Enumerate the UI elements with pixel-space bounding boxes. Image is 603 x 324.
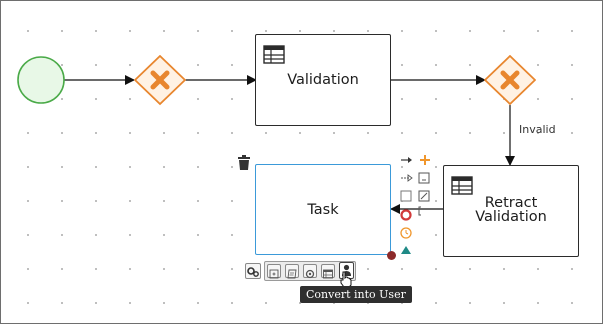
toolbar-script-button[interactable] bbox=[285, 264, 299, 279]
subprocess-icon bbox=[269, 269, 279, 279]
subprocess-icon[interactable] bbox=[418, 172, 430, 184]
annotation-icon[interactable] bbox=[418, 206, 421, 216]
table-icon bbox=[263, 45, 285, 64]
edge-label-invalid: Invalid bbox=[519, 123, 556, 136]
toolbar-gears-button[interactable] bbox=[245, 263, 261, 279]
script-icon bbox=[287, 269, 297, 279]
task-label-line2: Validation bbox=[475, 209, 547, 225]
task-label: Task bbox=[307, 202, 339, 218]
task-label: Validation bbox=[287, 72, 359, 88]
toolbar-service-task-button[interactable] bbox=[303, 264, 317, 279]
service-task-icon bbox=[305, 269, 315, 279]
exclusive-gateway-2[interactable] bbox=[484, 55, 536, 107]
add-plus-icon[interactable] bbox=[420, 155, 430, 165]
shape-palette bbox=[400, 155, 430, 254]
table-icon bbox=[451, 176, 473, 195]
task-validation[interactable]: Validation bbox=[255, 34, 391, 126]
end-event-icon[interactable] bbox=[400, 209, 412, 221]
signal-triangle-icon[interactable] bbox=[401, 246, 411, 254]
task-retract-validation[interactable]: Retract Validation bbox=[443, 165, 579, 257]
process-canvas[interactable]: Validation Invalid Retract Validation Ta… bbox=[0, 0, 603, 324]
task-square-icon[interactable] bbox=[400, 190, 412, 202]
start-event-circle bbox=[17, 56, 65, 104]
gears-icon bbox=[247, 267, 259, 277]
task-selected[interactable]: Task bbox=[255, 164, 391, 255]
start-event[interactable] bbox=[15, 56, 67, 108]
tooltip-convert-user: Convert into User bbox=[300, 286, 412, 303]
dashed-arrow-icon[interactable] bbox=[401, 174, 413, 182]
timer-event-icon[interactable] bbox=[400, 227, 412, 239]
note-icon[interactable] bbox=[418, 190, 430, 202]
exclusive-gateway-1[interactable] bbox=[134, 55, 186, 107]
resize-handle[interactable] bbox=[387, 251, 396, 260]
toolbar-subprocess-button[interactable] bbox=[267, 264, 281, 279]
toolbar-business-rule-button[interactable] bbox=[321, 264, 335, 279]
sequence-flow-arrow-icon[interactable] bbox=[401, 157, 412, 163]
business-rule-icon bbox=[323, 269, 333, 279]
trash-icon[interactable] bbox=[237, 155, 251, 171]
